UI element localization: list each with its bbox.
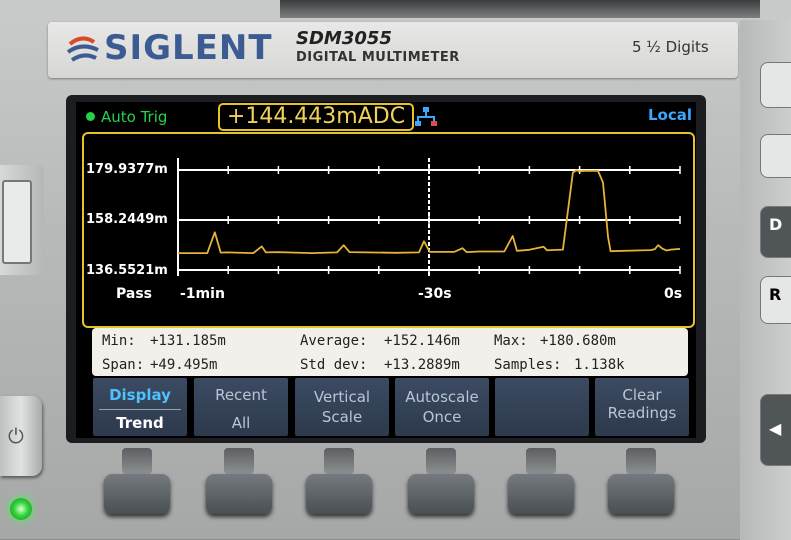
hw-softkey-6[interactable]: [608, 474, 674, 514]
hw-key-6-groove: [626, 448, 656, 474]
softkey-6-line2: Readings: [607, 404, 677, 422]
softkey-display-trend[interactable]: Display Trend: [93, 378, 187, 436]
softkey-3-line1: Vertical: [313, 388, 371, 406]
softkey-3-line2: Scale: [321, 408, 363, 426]
y-tick-bottom: 136.5521m: [86, 263, 168, 278]
y-tick-mid: 158.2449m: [86, 212, 168, 227]
max-value: +180.680m: [540, 333, 616, 349]
hw-key-1-groove: [122, 448, 152, 474]
softkey-2-line2: All: [231, 414, 251, 432]
softkey-1-line1: Display: [109, 386, 171, 404]
softkey-vertical-scale[interactable]: Vertical Scale: [295, 378, 389, 436]
softkey-autoscale-once[interactable]: Autoscale Once: [395, 378, 489, 436]
min-label: Min:: [102, 333, 136, 349]
pass-label: Pass: [116, 286, 152, 302]
softkey-menu: Display Trend Recent All Vertical Scale …: [93, 378, 689, 436]
softkey-clear-readings[interactable]: Clear Readings: [595, 378, 689, 436]
softkey-6-line1: Clear: [622, 386, 662, 404]
hw-key-3-groove: [324, 448, 354, 474]
std-dev-value: +13.2889m: [384, 357, 460, 373]
span-label: Span:: [102, 357, 145, 373]
x-tick-mid: -30s: [418, 286, 452, 302]
hw-key-4-groove: [426, 448, 456, 474]
samples-label: Samples:: [494, 357, 562, 373]
hw-softkey-2[interactable]: [206, 474, 272, 514]
x-tick-right: 0s: [664, 286, 683, 302]
hw-softkey-3[interactable]: [306, 474, 372, 514]
hw-softkey-5[interactable]: [508, 474, 574, 514]
average-value: +152.146m: [384, 333, 460, 349]
x-tick-left: -1min: [180, 286, 225, 302]
softkey-1-divider: [99, 409, 181, 410]
softkey-4-line1: Autoscale: [405, 388, 479, 406]
softkey-recent-all[interactable]: Recent All: [194, 378, 288, 436]
hw-key-2-groove: [224, 448, 254, 474]
softkey-4-line2: Once: [422, 408, 462, 426]
hw-key-5-groove: [526, 448, 556, 474]
samples-value: 1.138k: [574, 357, 625, 373]
softkey-2-line1: Recent: [215, 386, 267, 404]
y-tick-top: 179.9377m: [86, 162, 168, 177]
softkey-1-line2: Trend: [116, 414, 164, 432]
max-label: Max:: [494, 333, 528, 349]
min-value: +131.185m: [150, 333, 226, 349]
softkey-empty[interactable]: [495, 378, 589, 436]
average-label: Average:: [300, 333, 368, 349]
hw-softkey-1[interactable]: [104, 474, 170, 514]
std-dev-label: Std dev:: [300, 357, 368, 373]
hw-softkey-4[interactable]: [408, 474, 474, 514]
span-value: +49.495m: [150, 357, 218, 373]
